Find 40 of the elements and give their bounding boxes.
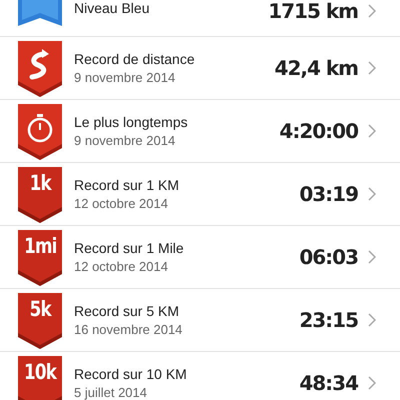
record-date: 9 novembre 2014 (74, 68, 176, 86)
record-title: Record sur 1 KM (74, 176, 180, 194)
record-title: Record sur 5 KM (74, 302, 180, 320)
chevron-right-icon (368, 124, 376, 138)
winding-road-badge-icon (18, 41, 62, 97)
record-date: 12 octobre 2014 (74, 258, 169, 276)
record-row[interactable]: 5k Record sur 5 KM 16 novembre 2014 23:15 (0, 289, 400, 352)
record-row[interactable]: 1mi Record sur 1 Mile 12 octobre 2014 06:03 (0, 226, 400, 289)
chevron-right-icon (368, 4, 376, 18)
record-title: Record de distance (74, 50, 196, 68)
chevron-right-icon (368, 250, 376, 264)
record-date: 5 juillet 2014 (74, 384, 148, 400)
chevron-right-icon (368, 313, 376, 327)
badge-label: 1k (29, 173, 51, 197)
record-value: 42,4 km (274, 57, 358, 79)
record-row[interactable]: 10k Record sur 10 KM 5 juillet 2014 48:34 (0, 352, 400, 400)
record-value: 23:15 (299, 309, 358, 331)
badge-label: 10k (24, 362, 56, 386)
chevron-right-icon (368, 376, 376, 390)
record-value: 03:19 (299, 183, 358, 205)
record-value: 1715 km (268, 0, 358, 22)
record-title: Record sur 10 KM (74, 364, 188, 384)
record-value: 48:34 (299, 372, 358, 394)
record-row[interactable]: Record de distance 9 novembre 2014 42,4 km (0, 37, 400, 100)
record-value: 4:20:00 (279, 120, 358, 142)
stopwatch-badge-icon (18, 104, 62, 160)
record-title: Le plus longtemps (74, 112, 189, 132)
badge-label: 5k (29, 299, 51, 323)
record-row[interactable]: 1k Record sur 1 KM 12 octobre 2014 03:19 (0, 163, 400, 226)
record-title: Niveau Bleu (74, 0, 150, 18)
record-date: 12 octobre 2014 (74, 194, 169, 212)
record-title: Record sur 1 Mile (74, 238, 185, 258)
record-row[interactable]: Niveau Bleu 1715 km (0, 0, 400, 37)
badge-label: 1mi (24, 236, 56, 260)
record-row[interactable]: Le plus longtemps 9 novembre 2014 4:20:00 (0, 100, 400, 163)
chevron-right-icon (368, 61, 376, 75)
record-value: 06:03 (299, 246, 358, 268)
chevron-right-icon (368, 187, 376, 201)
record-date: 9 novembre 2014 (74, 132, 176, 150)
record-date: 16 novembre 2014 (74, 320, 184, 338)
